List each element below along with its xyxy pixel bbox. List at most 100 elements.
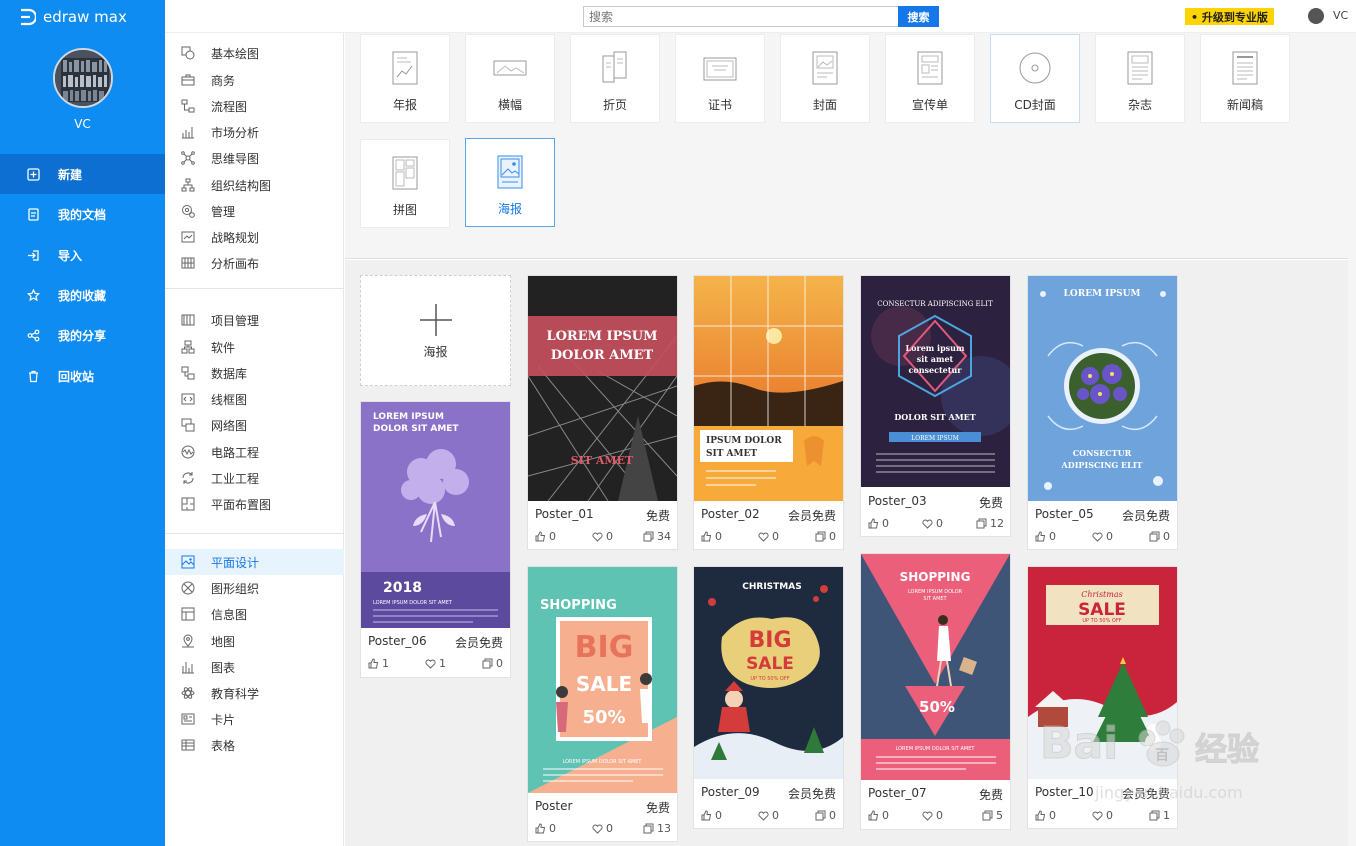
- template-card[interactable]: Christmas SALE UP TO 50% OFF Poster_10 会…: [1027, 566, 1178, 829]
- favorite-count[interactable]: 0: [1092, 530, 1113, 543]
- subcat-cover[interactable]: 封面: [780, 34, 870, 123]
- poster-text: SIT AMET: [923, 596, 947, 602]
- category-map[interactable]: 地图: [165, 628, 344, 654]
- subcat-cd-cover[interactable]: CD封面: [990, 34, 1080, 123]
- category-database[interactable]: 数据库: [165, 360, 344, 386]
- category-circuit[interactable]: 电路工程: [165, 439, 344, 465]
- template-card[interactable]: CONSECTUR ADIPISCING ELIT Lorem ipsum si…: [860, 275, 1011, 537]
- category-network[interactable]: 网络图: [165, 412, 344, 438]
- like-count[interactable]: 1: [368, 657, 389, 670]
- category-industrial[interactable]: 工业工程: [165, 465, 344, 491]
- like-count[interactable]: 0: [1035, 809, 1056, 822]
- category-management[interactable]: 管理: [165, 198, 344, 224]
- category-card[interactable]: 卡片: [165, 706, 344, 732]
- subcat-brochure[interactable]: 折页: [570, 34, 660, 123]
- category-software[interactable]: 软件: [165, 334, 344, 360]
- copy-count[interactable]: 0: [1149, 530, 1170, 543]
- category-mind-map[interactable]: 思维导图: [165, 145, 344, 171]
- favorite-count[interactable]: 0: [922, 517, 943, 530]
- nav-import[interactable]: 导入: [0, 235, 165, 275]
- template-name: Poster_01: [535, 507, 594, 521]
- template-card[interactable]: SHOPPING BIG SALE 50% LOREM IPSUM DOLOR …: [527, 566, 678, 842]
- copy-count[interactable]: 1: [1149, 809, 1170, 822]
- subcat-flyer[interactable]: 宣传单: [885, 34, 975, 123]
- new-blank-poster-card[interactable]: 海报: [360, 275, 511, 386]
- nav-new[interactable]: 新建: [0, 154, 165, 194]
- favorite-count[interactable]: 0: [758, 809, 779, 822]
- user-name-top[interactable]: VC: [1333, 9, 1348, 22]
- favorite-count[interactable]: 0: [758, 530, 779, 543]
- copy-count[interactable]: 0: [815, 530, 836, 543]
- category-wireframe[interactable]: 线框图: [165, 386, 344, 412]
- category-project-management[interactable]: 项目管理: [165, 307, 344, 333]
- like-count[interactable]: 0: [868, 809, 889, 822]
- template-card[interactable]: LOREM IPSUM CONSECTUR ADIPISCING ELIT Po…: [1027, 275, 1178, 550]
- category-graphic-design[interactable]: 平面设计: [165, 549, 344, 575]
- poster-text: LOREM IPSUM: [1064, 289, 1141, 299]
- category-floor-plan[interactable]: 平面布置图: [165, 491, 344, 517]
- heart-icon: [592, 824, 603, 834]
- like-count[interactable]: 0: [701, 809, 722, 822]
- copy-count[interactable]: 12: [976, 517, 1004, 530]
- template-name: Poster_02: [701, 507, 760, 521]
- nav-favorites[interactable]: 我的收藏: [0, 275, 165, 315]
- copy-count[interactable]: 13: [643, 822, 671, 835]
- upgrade-button[interactable]: • 升级到专业版: [1185, 8, 1274, 25]
- category-chart[interactable]: 图表: [165, 654, 344, 680]
- copy-count[interactable]: 5: [982, 809, 1003, 822]
- like-count[interactable]: 0: [535, 822, 556, 835]
- template-stats: 0 0 0: [1028, 530, 1177, 544]
- nav-my-documents[interactable]: 我的文档: [0, 194, 165, 234]
- favorite-count[interactable]: 1: [425, 657, 446, 670]
- category-basic-drawing[interactable]: 基本绘图: [165, 40, 344, 66]
- app-logo[interactable]: edraw max: [18, 6, 127, 28]
- subcat-news-release[interactable]: 新闻稿: [1200, 34, 1290, 123]
- user-avatar[interactable]: [53, 48, 113, 108]
- template-card[interactable]: IPSUM DOLOR SIT AMET Poster_02 会员免费 0 0 …: [693, 275, 844, 550]
- favorite-count[interactable]: 0: [1092, 809, 1113, 822]
- search-button[interactable]: 搜索: [898, 6, 939, 27]
- heart-icon: [922, 811, 933, 821]
- like-count[interactable]: 0: [1035, 530, 1056, 543]
- subcat-poster[interactable]: 海报: [465, 138, 555, 227]
- user-avatar-small[interactable]: [1308, 8, 1324, 24]
- category-org-chart[interactable]: 组织结构图: [165, 172, 344, 198]
- template-card[interactable]: CHRISTMAS BIG SALE UP TO 50% OFF Poster_…: [693, 566, 844, 829]
- nav-trash[interactable]: 回收站: [0, 356, 165, 396]
- copy-count[interactable]: 0: [815, 809, 836, 822]
- like-count[interactable]: 0: [701, 530, 722, 543]
- search-input[interactable]: [583, 6, 899, 27]
- subcat-certificate[interactable]: 证书: [675, 34, 765, 123]
- favorite-count[interactable]: 0: [922, 809, 943, 822]
- category-education-science[interactable]: 教育科学: [165, 680, 344, 706]
- vertical-scrollbar[interactable]: [1348, 33, 1356, 846]
- category-flowchart[interactable]: 流程图: [165, 93, 344, 119]
- subcat-collage[interactable]: 拼图: [360, 139, 450, 228]
- copy-count[interactable]: 0: [482, 657, 503, 670]
- template-card[interactable]: SHOPPING LOREM IPSUM DOLOR SIT AMET 50% …: [860, 553, 1011, 830]
- like-count[interactable]: 0: [868, 517, 889, 530]
- category-graphic-organizer[interactable]: 图形组织: [165, 575, 344, 601]
- copy-icon: [482, 658, 493, 669]
- management-gear-icon: [182, 205, 195, 218]
- nav-shares[interactable]: 我的分享: [0, 315, 165, 355]
- category-analysis-canvas[interactable]: 分析画布: [165, 250, 344, 276]
- category-table[interactable]: 表格: [165, 732, 344, 758]
- subcat-annual-report[interactable]: 年报: [360, 34, 450, 123]
- category-infographic[interactable]: 信息图: [165, 601, 344, 627]
- favorite-count[interactable]: 0: [592, 530, 613, 543]
- subcat-magazine[interactable]: 杂志: [1095, 34, 1185, 123]
- subcat-banner[interactable]: 横幅: [465, 34, 555, 123]
- favorite-count[interactable]: 0: [592, 822, 613, 835]
- template-card[interactable]: LOREM IPSUM DOLOR AMET SIT AMET Poster_0…: [527, 275, 678, 550]
- poster-text: ADIPISCING ELIT: [1061, 460, 1143, 470]
- template-card[interactable]: LOREM IPSUM DOLOR SIT AMET 2018 LOREM IP…: [360, 401, 511, 678]
- like-count[interactable]: 0: [535, 530, 556, 543]
- category-strategy[interactable]: 战略规划: [165, 224, 344, 250]
- copy-count[interactable]: 34: [643, 530, 671, 543]
- category-business[interactable]: 商务: [165, 67, 344, 93]
- poster-text: LOREM IPSUM: [373, 412, 444, 422]
- category-market-analysis[interactable]: 市场分析: [165, 119, 344, 145]
- card-icon: [181, 713, 195, 725]
- brochure-icon: [602, 51, 627, 83]
